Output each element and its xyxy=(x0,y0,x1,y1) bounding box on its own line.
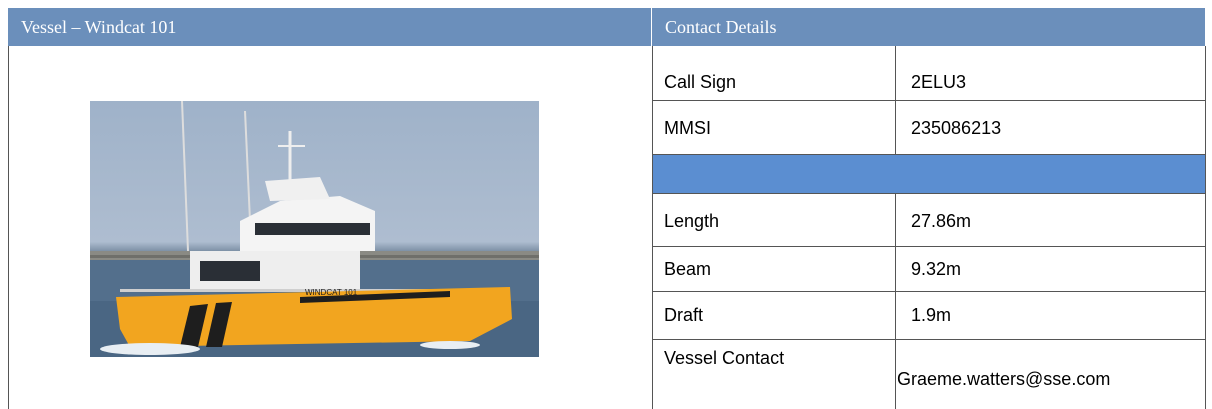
value-draft: 1.9m xyxy=(911,305,952,325)
row-divider xyxy=(652,339,1206,340)
value-mmsi: 235086213 xyxy=(911,118,1002,138)
row-divider xyxy=(652,100,1206,101)
vessel-title: Vessel – Windcat 101 xyxy=(21,17,177,37)
table-spacer-row xyxy=(653,155,1205,193)
label-beam: Beam xyxy=(664,259,712,279)
row-divider xyxy=(652,246,1206,247)
value-call-sign: 2ELU3 xyxy=(911,72,967,92)
vessel-title-header: Vessel – Windcat 101 xyxy=(8,8,651,46)
value-vessel-contact[interactable]: Graeme.watters@sse.com xyxy=(897,370,1110,388)
vessel-photo: WINDCAT 101 xyxy=(90,101,539,357)
left-border xyxy=(8,46,9,409)
contact-details-header: Contact Details xyxy=(652,8,1205,46)
label-mmsi: MMSI xyxy=(664,118,711,138)
row-divider xyxy=(652,193,1206,194)
hull-lettering: WINDCAT 101 xyxy=(305,288,358,297)
label-call-sign: Call Sign xyxy=(664,72,737,92)
value-length: 27.86m xyxy=(911,211,972,231)
contact-details-title: Contact Details xyxy=(665,17,777,37)
label-length: Length xyxy=(664,211,720,231)
label-vessel-contact: Vessel Contact xyxy=(664,348,785,368)
vessel-illustration: WINDCAT 101 xyxy=(90,101,539,357)
value-beam: 9.32m xyxy=(911,259,962,279)
label-draft: Draft xyxy=(664,305,704,325)
row-divider xyxy=(652,291,1206,292)
